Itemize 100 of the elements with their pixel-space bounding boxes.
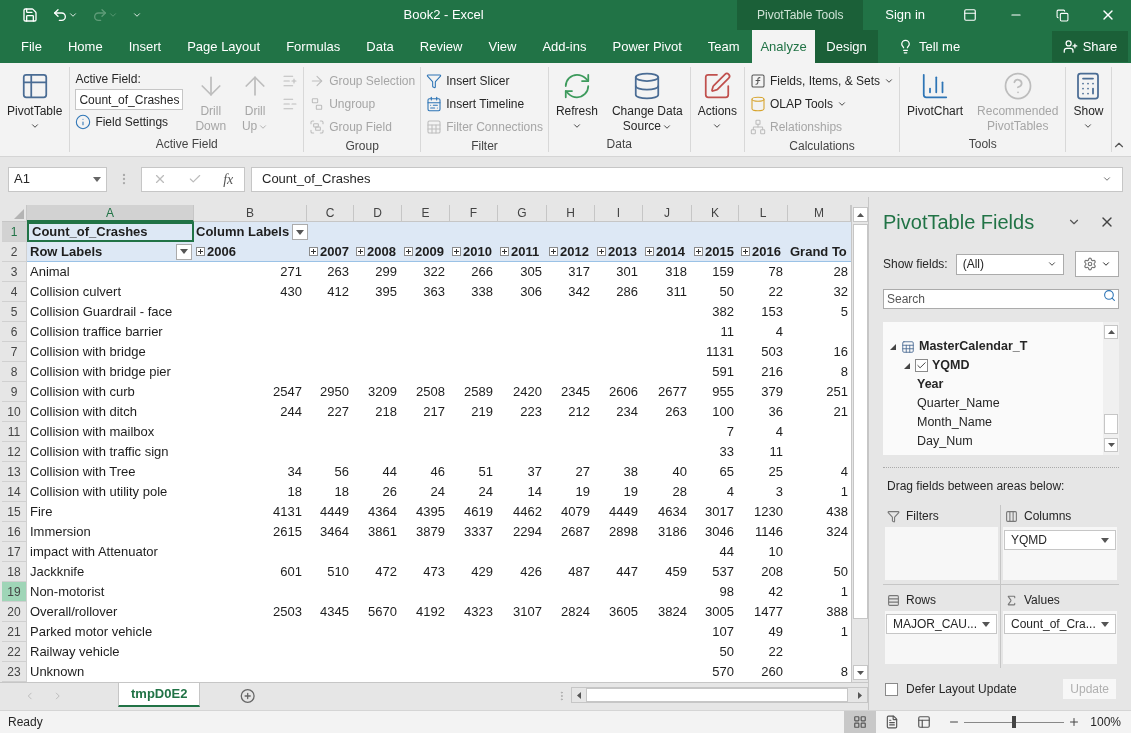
view-button[interactable] — [844, 711, 877, 733]
row-header[interactable]: 13 — [2, 462, 27, 482]
settings-button[interactable] — [1075, 251, 1119, 277]
row-header[interactable]: 17 — [2, 542, 27, 562]
name-box[interactable]: A1 — [8, 166, 107, 192]
filter-dropdown-button[interactable] — [292, 224, 309, 240]
ribbon-button[interactable]: OLAP Tools — [750, 92, 895, 115]
drop-area[interactable]: Count_of_Cra... — [1003, 611, 1117, 664]
table-cell[interactable]: Count_of_Crashes — [27, 222, 194, 242]
filter-dropdown-button[interactable] — [176, 243, 192, 260]
ribbon-button[interactable]: Actions — [693, 67, 741, 136]
expand-icon[interactable] — [597, 247, 606, 257]
row-header[interactable]: 11 — [2, 422, 27, 442]
ribbon-button[interactable]: Show — [1069, 67, 1108, 136]
expand-icon[interactable] — [404, 247, 413, 257]
ribbon-tab[interactable]: Home — [54, 30, 116, 63]
row-header[interactable]: 15 — [2, 502, 27, 522]
column-header[interactable]: J — [643, 205, 692, 222]
row-header[interactable]: 12 — [2, 442, 27, 462]
ribbon-tab[interactable]: Formulas — [273, 30, 354, 63]
column-header[interactable]: C — [307, 205, 354, 222]
insert-function-button[interactable]: fx — [223, 168, 234, 190]
ribbon-tab[interactable]: Insert — [115, 30, 175, 63]
restore-icon[interactable] — [1055, 8, 1069, 22]
expand-icon[interactable] — [645, 247, 654, 257]
expand-icon[interactable] — [196, 247, 205, 257]
expand-triangle-icon[interactable] — [903, 361, 911, 370]
ribbon-button[interactable]: Fields, Items, & Sets — [750, 69, 895, 92]
zoom-in-icon[interactable] — [1068, 716, 1081, 728]
expand-triangle-icon[interactable] — [889, 342, 897, 351]
field-chip[interactable]: YQMD — [1004, 530, 1116, 550]
expand-icon[interactable] — [741, 247, 750, 257]
ribbon-tab[interactable]: File — [8, 30, 55, 63]
vertical-scrollbar[interactable] — [1103, 322, 1119, 455]
column-header[interactable]: H — [547, 205, 595, 222]
ribbon-button[interactable]: PivotChart — [903, 67, 968, 136]
column-header[interactable]: D — [354, 205, 402, 222]
scroll-thumb[interactable] — [852, 224, 868, 619]
field-name[interactable]: Quarter_Name — [917, 394, 1000, 413]
ribbon-button[interactable]: PivotTable — [3, 67, 67, 136]
ribbon-display-icon[interactable] — [963, 8, 977, 22]
show-fields-dropdown[interactable]: (All) — [955, 253, 1064, 275]
row-header[interactable]: 23 — [2, 662, 27, 682]
row-header[interactable]: 8 — [2, 362, 27, 382]
save-icon[interactable] — [22, 7, 38, 23]
zoom-level[interactable]: 100% — [1080, 713, 1131, 731]
field-name[interactable]: Day_Num — [917, 432, 973, 451]
expand-icon[interactable] — [694, 247, 703, 257]
column-header[interactable]: I — [595, 205, 643, 222]
column-header[interactable]: E — [402, 205, 450, 222]
column-header[interactable]: F — [450, 205, 498, 222]
formula-input[interactable]: Count_of_Crashes — [251, 166, 1123, 192]
field-name[interactable]: YQMD — [932, 356, 970, 375]
ribbon-button[interactable]: Change Data Source — [607, 67, 687, 136]
row-header[interactable]: 10 — [2, 402, 27, 422]
row-header[interactable]: 18 — [2, 562, 27, 582]
ribbon-button[interactable]: Insert Timeline — [426, 92, 543, 115]
ribbon-tab[interactable]: Data — [353, 30, 407, 63]
ribbon-tab[interactable]: Team — [694, 30, 753, 63]
column-header[interactable]: A — [27, 205, 194, 222]
ribbon-tab[interactable]: Design — [815, 30, 878, 63]
row-header[interactable]: 1 — [2, 222, 27, 242]
ribbon-button[interactable]: Refresh — [551, 67, 602, 136]
row-header[interactable]: 14 — [2, 482, 27, 502]
row-header[interactable]: 3 — [2, 262, 27, 282]
defer-checkbox[interactable] — [885, 682, 898, 696]
zoom-slider[interactable] — [964, 715, 1065, 729]
scroll-thumb[interactable] — [1104, 414, 1118, 434]
ribbon-button[interactable]: Insert Slicer — [426, 69, 543, 92]
column-header[interactable]: K — [692, 205, 739, 222]
row-header[interactable]: 5 — [2, 302, 27, 322]
share-button[interactable]: Share — [1052, 31, 1128, 62]
field-chip[interactable]: Count_of_Cra... — [1004, 614, 1116, 634]
expand-icon[interactable] — [500, 247, 509, 257]
field-name[interactable]: MasterCalendar_T — [919, 337, 1028, 356]
sheet-tab[interactable]: tmpD0E2 — [118, 683, 201, 707]
sign-in-link[interactable]: Sign in — [863, 5, 947, 25]
row-header[interactable]: 6 — [2, 322, 27, 342]
drop-area[interactable]: YQMD — [1003, 527, 1117, 580]
field-name[interactable]: Year — [917, 375, 944, 394]
ribbon-tab[interactable]: Power Pivot — [599, 30, 695, 63]
expand-icon[interactable] — [309, 247, 318, 257]
tell-me-field[interactable]: Tell me — [919, 36, 961, 57]
expand-icon[interactable] — [549, 247, 558, 257]
scroll-thumb[interactable] — [586, 688, 849, 702]
column-header[interactable]: L — [739, 205, 788, 222]
row-header[interactable]: 7 — [2, 342, 27, 362]
field-name[interactable]: Month_Name — [917, 413, 993, 432]
row-header[interactable]: 19 — [2, 582, 27, 602]
checkbox[interactable] — [915, 359, 928, 372]
horizontal-scrollbar[interactable] — [571, 687, 868, 703]
ribbon-tab[interactable]: Add-ins — [529, 30, 600, 63]
undo-icon[interactable] — [52, 7, 68, 23]
row-header[interactable]: 9 — [2, 382, 27, 402]
ribbon-tab[interactable]: View — [475, 30, 530, 63]
row-header[interactable]: 4 — [2, 282, 27, 302]
ribbon-tab[interactable]: Review — [406, 30, 476, 63]
ribbon-tab[interactable]: Analyze — [752, 30, 815, 63]
zoom-thumb[interactable] — [1012, 716, 1017, 728]
ribbon-button[interactable]: Field Settings — [75, 110, 184, 133]
